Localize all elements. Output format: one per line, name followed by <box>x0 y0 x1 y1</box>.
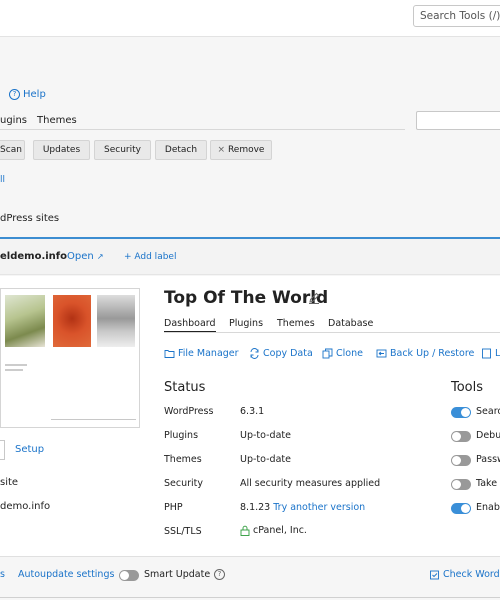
tab-plugins[interactable]: ugins <box>0 115 27 126</box>
tab-database[interactable]: Database <box>328 318 373 329</box>
file-manager-label: File Manager <box>178 348 239 359</box>
clone-label: Clone <box>336 348 363 359</box>
backup-restore-link[interactable]: Back Up / Restore <box>376 348 474 359</box>
thumb-image-plant <box>5 295 45 347</box>
question-icon: ? <box>214 569 225 580</box>
setup-link[interactable]: Setup <box>15 444 44 455</box>
smart-update-toggle[interactable] <box>119 570 139 581</box>
wordpress-sites-count: dPress sites <box>0 213 60 224</box>
folder-icon <box>164 350 175 358</box>
scan-button[interactable]: Scan <box>0 140 25 160</box>
ssl-issuer: cPanel, Inc. <box>253 525 307 536</box>
status-key-wordpress: WordPress <box>164 406 214 417</box>
remove-button[interactable]: × Remove <box>210 140 272 160</box>
check-icon <box>430 570 439 579</box>
status-value-php: 8.1.23 Try another version <box>240 502 365 513</box>
site-domain[interactable]: eldemo.info <box>0 251 67 262</box>
open-label: Open <box>67 251 94 262</box>
search-tools-input[interactable]: Search Tools (/) <box>413 5 500 27</box>
site-screenshot[interactable] <box>0 288 140 428</box>
check-wordpress-link[interactable]: Check WordP <box>430 569 500 580</box>
clone-icon <box>322 348 333 359</box>
question-icon: ? <box>9 89 20 100</box>
status-value-plugins: Up-to-date <box>240 430 291 441</box>
filter-divider <box>0 129 405 130</box>
thumb-image-person <box>97 295 135 347</box>
remove-label: Remove <box>227 145 265 155</box>
site-label: site <box>0 477 19 488</box>
status-key-security: Security <box>164 478 204 489</box>
backup-restore-label: Back Up / Restore <box>390 348 475 359</box>
tools-heading: Tools <box>451 380 484 395</box>
tab-plugins[interactable]: Plugins <box>229 318 263 329</box>
password-protection-toggle[interactable] <box>451 455 471 466</box>
tool-label-password: Passw <box>476 454 500 465</box>
login-button[interactable] <box>0 440 5 460</box>
enable-toggle[interactable] <box>451 503 471 514</box>
tab-themes[interactable]: Themes <box>277 318 315 329</box>
bottom-divider <box>0 597 500 598</box>
help-label: Help <box>23 89 46 100</box>
lock-icon <box>240 525 250 536</box>
sync-icon <box>250 348 259 359</box>
status-value-themes: Up-to-date <box>240 454 291 465</box>
tabs-divider <box>164 332 500 333</box>
tool-label-debugging: Debu <box>476 430 500 441</box>
status-heading: Status <box>164 380 206 395</box>
select-all-link[interactable]: ll <box>0 175 5 185</box>
detach-button[interactable]: Detach <box>155 140 207 160</box>
logs-link[interactable]: Lo <box>481 348 500 359</box>
tool-label-take: Take o <box>476 478 500 489</box>
footer-divider <box>0 556 500 557</box>
copy-data-link[interactable]: Copy Data <box>249 348 313 359</box>
close-icon: × <box>217 145 226 155</box>
copy-data-label: Copy Data <box>263 348 313 359</box>
tab-themes[interactable]: Themes <box>37 115 77 126</box>
tool-label-search: Searc <box>476 406 500 417</box>
autoupdate-settings-link[interactable]: Autoupdate settings <box>18 569 114 580</box>
status-key-php: PHP <box>164 502 183 513</box>
clone-link[interactable]: Clone <box>322 348 363 359</box>
debugging-toggle[interactable] <box>451 431 471 442</box>
smart-update-help[interactable]: ? <box>214 569 225 580</box>
site-url: demo.info <box>0 501 51 512</box>
search-engine-toggle[interactable] <box>451 407 471 418</box>
php-version: 8.1.23 <box>240 502 271 513</box>
file-manager-link[interactable]: File Manager <box>164 348 239 359</box>
check-wordpress-label: Check WordP <box>443 569 500 580</box>
pencil-icon[interactable] <box>307 291 321 305</box>
tool-label-enable: Enabl <box>476 502 500 513</box>
updates-button[interactable]: Updates <box>33 140 90 160</box>
external-link-icon: ↗ <box>96 252 104 261</box>
status-key-plugins: Plugins <box>164 430 199 441</box>
help-link[interactable]: ? Help <box>9 89 46 100</box>
status-key-themes: Themes <box>164 454 202 465</box>
thumb-divider <box>51 419 136 420</box>
tab-dashboard[interactable]: Dashboard <box>164 318 216 333</box>
status-value-wordpress: 6.3.1 <box>240 406 265 417</box>
try-another-version-link[interactable]: Try another version <box>273 502 365 513</box>
footer-cut-link[interactable]: s <box>0 569 5 580</box>
add-label-button[interactable]: + Add label <box>124 252 176 262</box>
open-site-link[interactable]: Open ↗ <box>67 251 104 262</box>
take-over-toggle[interactable] <box>451 479 471 490</box>
thumb-text-line <box>5 364 27 366</box>
security-button[interactable]: Security <box>94 140 151 160</box>
status-value-ssl: cPanel, Inc. <box>240 525 307 536</box>
thumb-text-line <box>5 369 23 371</box>
status-key-ssl: SSL/TLS <box>164 526 202 537</box>
site-title: Top Of The World <box>164 288 329 308</box>
filter-input[interactable] <box>416 111 500 130</box>
smart-update-label: Smart Update <box>144 569 211 580</box>
backup-icon <box>376 349 387 358</box>
security-measures-link[interactable]: All security measures applied <box>240 478 380 489</box>
logs-label: Lo <box>495 348 500 359</box>
logs-icon <box>482 348 491 359</box>
thumb-image-red <box>53 295 91 347</box>
